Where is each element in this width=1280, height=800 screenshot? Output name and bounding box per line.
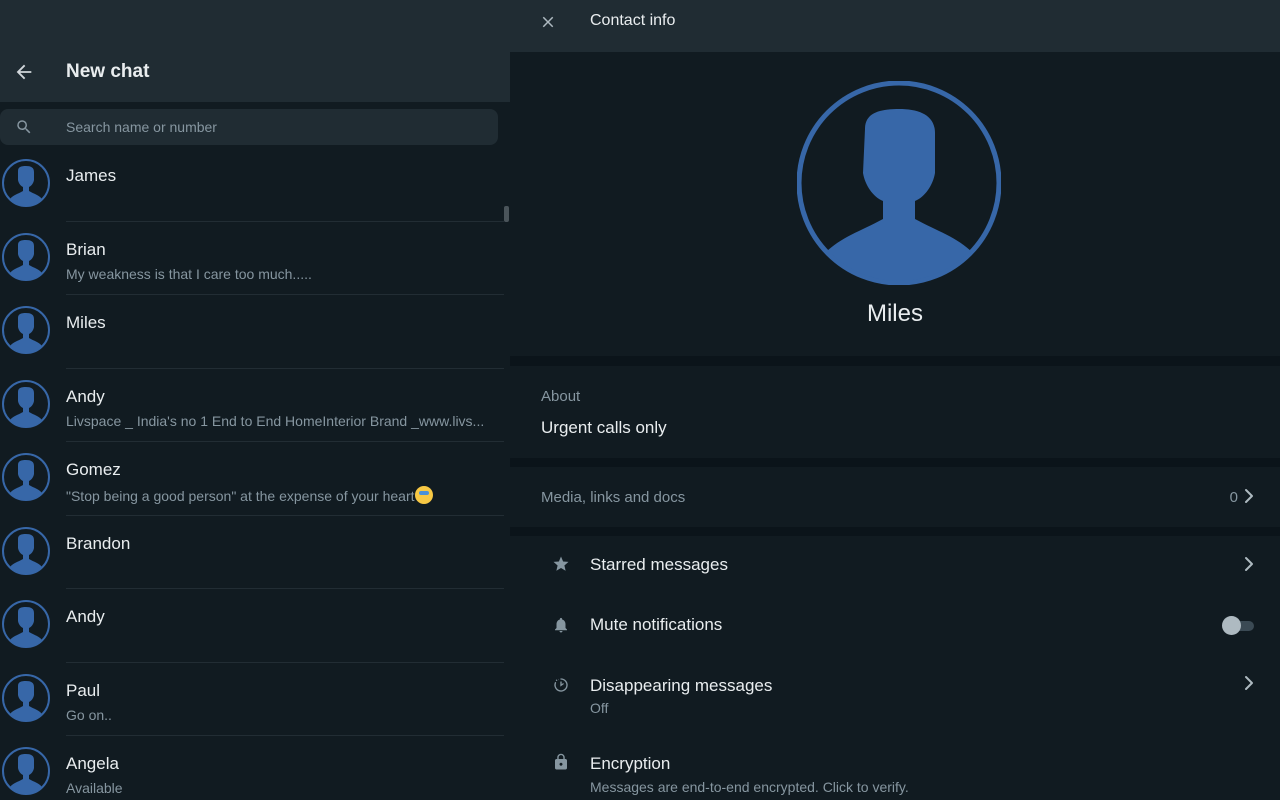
contact-info-title: Contact info [590,12,676,29]
search-input[interactable] [60,109,492,145]
search-bar [0,109,498,145]
contact-name: James [66,166,117,185]
about-label: About [541,388,581,405]
mute-notifications-row: Mute notifications [510,596,1280,654]
new-chat-panel: New chat James Brian My weakness is that I… [0,0,510,800]
profile-name: Miles [866,300,923,327]
contact-item[interactable]: Andy [0,589,504,663]
contact-status: Available [66,780,123,796]
contact-name: Andy [66,607,105,626]
media-links-docs-row[interactable]: Media, links and docs 0 [510,467,1280,527]
contact-status: Livspace _ India's no 1 End to End HomeI… [66,413,484,429]
contact-info-header: Contact info [510,0,1280,52]
contact-item[interactable]: James [0,148,504,222]
contact-name: Angela [66,754,119,773]
mute-notifications-toggle[interactable] [1222,615,1254,635]
profile-avatar[interactable] [797,81,1001,285]
contact-name: Gomez [66,460,121,479]
contact-status: "Stop being a good person" at the expens… [66,486,433,504]
contact-name: Brian [66,239,106,259]
about-text: Urgent calls only [541,418,667,437]
encryption-label: Encryption [590,754,671,773]
contact-item[interactable]: Paul Go on.. [0,663,504,736]
bell-icon [555,617,567,633]
media-label: Media, links and docs [541,489,686,506]
disappearing-messages-row[interactable]: Disappearing messages Off [510,656,1280,726]
contact-status-text: Livspace _ India's no 1 End to End HomeI… [66,412,485,429]
contact-name: Miles [66,313,106,332]
contact-status: My weakness is that I care too much..... [66,266,312,282]
chevron-right-icon [1245,489,1253,503]
chevron-right-icon [1245,676,1253,690]
contact-item[interactable]: Gomez "Stop being a good person" at the e… [0,442,504,516]
contact-item[interactable]: Andy Livspace _ India's no 1 End to End H… [0,369,504,442]
avatar [2,159,50,207]
media-count: 0 [1229,489,1238,506]
avatar [2,379,50,428]
contact-status-text: My weakness is that I care too much..... [66,265,312,282]
contact-list: James Brian My weakness is that I care too… [0,148,504,800]
avatar [2,453,50,501]
about-section: About Urgent calls only [510,366,1280,458]
contact-item[interactable]: Miles [0,295,504,369]
avatar [2,526,50,575]
mute-notifications-label: Mute notifications [590,615,723,634]
options-section: Starred messages Mute notifications Disa… [510,536,1280,800]
page-title: New chat [66,61,150,82]
contact-info-panel: Contact info Miles About Urgent calls on… [510,0,1280,800]
contact-status-text: Go on.. [66,706,112,723]
contact-item[interactable]: Angela Available [0,736,504,800]
avatar [2,600,50,648]
encryption-description: Messages are end-to-end encrypted. Click… [590,779,909,795]
lock-icon [555,753,567,770]
contact-name: Brandon [66,533,131,553]
contact-item[interactable]: Brian My weakness is that I care too much… [0,222,504,295]
avatar [2,747,50,795]
encryption-row[interactable]: Encryption Messages are end-to-end encry… [510,734,1280,800]
close-button[interactable] [536,10,560,34]
star-icon [553,556,569,571]
chevron-right-icon [1245,557,1253,571]
disappearing-messages-status: Off [590,700,609,716]
contact-name: Paul [66,680,101,700]
contact-status-text: "Stop being a good person" at the expens… [66,488,415,504]
toggle-knob [1222,616,1241,635]
avatar [2,673,50,722]
disappearing-messages-label: Disappearing messages [590,676,773,695]
avatar [2,232,50,281]
emoji-icon [414,486,433,504]
avatar [2,306,50,354]
new-chat-header: New chat [0,0,510,102]
search-icon [17,120,31,134]
arrow-left-icon [16,64,32,80]
contact-item[interactable]: Brandon [0,516,504,589]
timer-icon [554,678,568,692]
profile-section: Miles [510,52,1280,356]
contact-status-text: Available [66,780,123,796]
back-button[interactable] [10,58,38,86]
starred-messages-label: Starred messages [590,555,728,574]
contact-name: Andy [66,386,105,406]
contact-status: Go on.. [66,707,112,723]
close-icon [542,16,554,28]
starred-messages-row[interactable]: Starred messages [510,536,1280,594]
scrollbar-thumb[interactable] [504,206,509,222]
